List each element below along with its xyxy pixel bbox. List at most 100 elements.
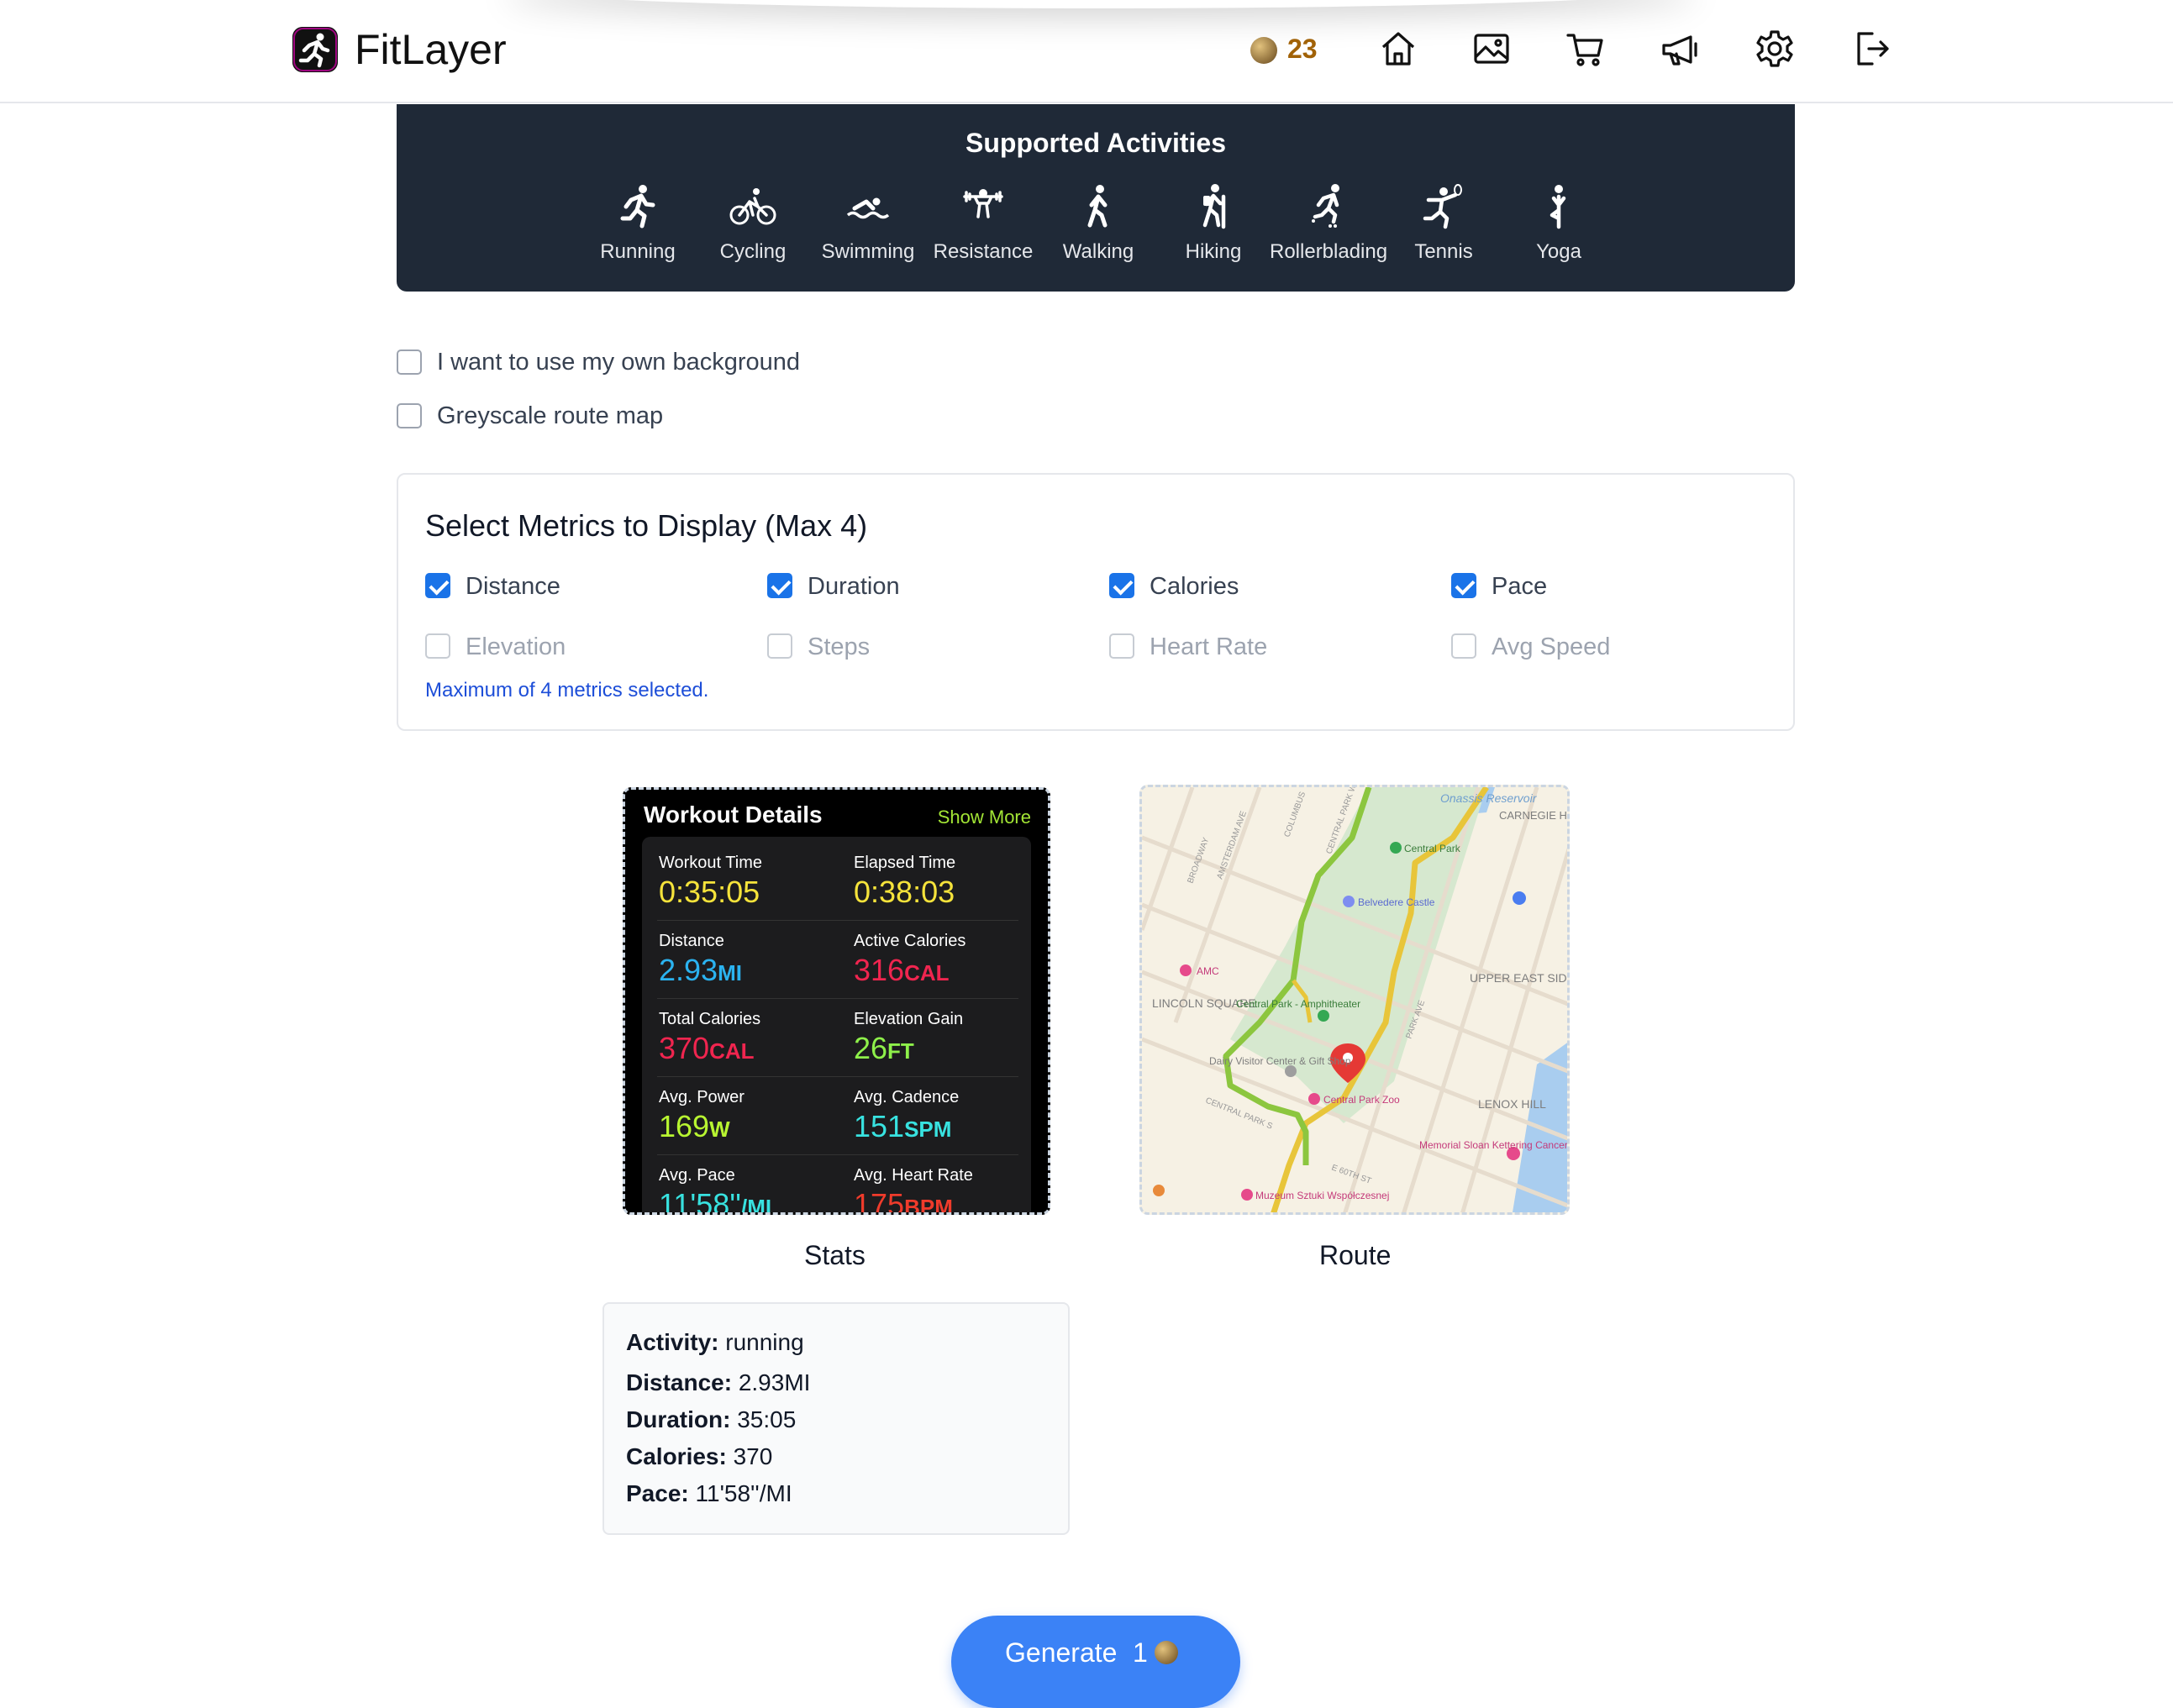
summary-pace: Pace: 11'58''/MI xyxy=(626,1480,792,1506)
stat-label: Avg. Pace xyxy=(659,1166,735,1185)
stat-label: Total Calories xyxy=(659,1010,761,1028)
metric-duration-label[interactable]: Duration xyxy=(808,573,900,601)
svg-text:LENOX HILL: LENOX HILL xyxy=(1478,1097,1546,1111)
svg-text:BROADWAY: BROADWAY xyxy=(1186,836,1211,885)
metric-elevation-label: Elevation xyxy=(466,633,566,660)
metrics-max-warning: Maximum of 4 metrics selected. xyxy=(425,679,709,702)
summary-duration: Duration: 35:05 xyxy=(626,1406,797,1432)
supported-activities-panel: Supported Activities Running Cycling Swi… xyxy=(397,104,1795,292)
cart-icon[interactable] xyxy=(1562,25,1609,72)
own-background-label[interactable]: I want to use my own background xyxy=(437,349,800,376)
metric-distance-label[interactable]: Distance xyxy=(466,573,560,601)
home-icon[interactable] xyxy=(1375,25,1422,72)
metric-pace-label[interactable]: Pace xyxy=(1492,573,1547,601)
stat-label: Elevation Gain xyxy=(854,1010,964,1028)
stat-distance: Distance 2.93MI xyxy=(659,932,844,988)
route-map-graphic: Onassis Reservoir CARNEGIE HILL Central … xyxy=(1142,787,1570,1212)
stat-label: Avg. Cadence xyxy=(854,1088,960,1106)
coin-count: 23 xyxy=(1287,34,1318,64)
stat-divider xyxy=(657,920,1018,921)
greyscale-map-checkbox[interactable] xyxy=(397,403,422,428)
stat-value: 175BPM xyxy=(854,1187,953,1215)
svg-text:UPPER EAST SIDE: UPPER EAST SIDE xyxy=(1470,971,1570,985)
stat-value: 0:35:05 xyxy=(659,875,760,909)
activity-label: Hiking xyxy=(1185,240,1242,263)
summary-distance: Distance: 2.93MI xyxy=(626,1369,811,1395)
own-background-checkbox[interactable] xyxy=(397,349,422,375)
stat-value: 370CAL xyxy=(659,1031,755,1065)
activity-cycling[interactable]: Cycling xyxy=(694,181,812,264)
metric-distance-checkbox[interactable] xyxy=(425,573,450,598)
activity-label: Walking xyxy=(1062,240,1134,263)
fitlayer-logo-icon[interactable] xyxy=(292,27,338,72)
stat-label: Workout Time xyxy=(659,854,762,872)
svg-text:Memorial Sloan Kettering Cance: Memorial Sloan Kettering Cancer Center xyxy=(1419,1139,1570,1151)
metric-heart-rate-checkbox[interactable] xyxy=(1109,633,1134,659)
activity-rollerblading[interactable]: Rollerblading xyxy=(1270,181,1387,264)
walking-icon xyxy=(1087,185,1108,228)
activity-label: Yoga xyxy=(1536,240,1581,263)
gallery-icon[interactable] xyxy=(1468,25,1515,72)
route-caption: Route xyxy=(1319,1240,1392,1270)
show-more-link[interactable]: Show More xyxy=(938,807,1031,828)
yoga-icon xyxy=(1550,185,1566,229)
greyscale-map-label[interactable]: Greyscale route map xyxy=(437,402,663,430)
activity-running[interactable]: Running xyxy=(579,181,697,264)
swimming-icon xyxy=(846,197,890,219)
workout-summary-box: Activity: running Distance: 2.93MI Durat… xyxy=(602,1302,1070,1535)
activity-label: Resistance xyxy=(933,240,1034,263)
metric-avg-speed-label: Avg Speed xyxy=(1492,633,1611,660)
svg-text:Onassis Reservoir: Onassis Reservoir xyxy=(1440,791,1538,805)
stat-value: 11'58''/MI xyxy=(659,1187,772,1215)
svg-text:Muzeum Sztuki Współczesnej: Muzeum Sztuki Współczesnej xyxy=(1255,1190,1389,1201)
app-title: FitLayer xyxy=(355,26,507,73)
metrics-title: Select Metrics to Display (Max 4) xyxy=(425,508,868,543)
svg-text:AMC: AMC xyxy=(1197,965,1219,977)
metric-steps-label: Steps xyxy=(808,633,871,660)
stats-preview-card[interactable]: Workout Details Show More Workout Time 0… xyxy=(623,787,1050,1215)
activity-walking[interactable]: Walking xyxy=(1039,181,1157,264)
top-header: FitLayer 23 xyxy=(0,0,2173,103)
stat-label: Avg. Heart Rate xyxy=(854,1166,973,1185)
stat-avg-heart-rate: Avg. Heart Rate 175BPM xyxy=(854,1166,1039,1215)
activity-resistance[interactable]: Resistance xyxy=(924,181,1042,264)
coin-icon xyxy=(1155,1641,1178,1664)
metric-calories-checkbox[interactable] xyxy=(1109,573,1134,598)
rollerblading-icon xyxy=(1312,184,1339,228)
stat-avg-pace: Avg. Pace 11'58''/MI xyxy=(659,1166,844,1215)
logout-icon[interactable] xyxy=(1847,25,1894,72)
metric-elevation-checkbox[interactable] xyxy=(425,633,450,659)
activity-tennis[interactable]: Tennis xyxy=(1385,181,1502,264)
metric-calories-label[interactable]: Calories xyxy=(1150,573,1239,601)
activities-title: Supported Activities xyxy=(965,128,1226,158)
summary-activity: Activity: running xyxy=(626,1329,804,1355)
tennis-icon xyxy=(1423,184,1462,229)
stat-label: Avg. Power xyxy=(659,1088,745,1106)
activity-label: Cycling xyxy=(719,240,787,263)
stat-value: 26FT xyxy=(854,1031,914,1065)
header-shadow xyxy=(504,0,1697,8)
route-map-preview[interactable]: Onassis Reservoir CARNEGIE HILL Central … xyxy=(1139,785,1570,1215)
svg-text:COLUMBUS: COLUMBUS xyxy=(1282,791,1307,838)
announcement-icon[interactable] xyxy=(1657,25,1704,72)
stat-elevation-gain: Elevation Gain 26FT xyxy=(854,1010,1039,1066)
svg-text:Dairy Visitor Center & Gift Sh: Dairy Visitor Center & Gift Shop xyxy=(1209,1055,1351,1067)
stat-label: Distance xyxy=(659,932,724,950)
coin-icon xyxy=(1250,37,1277,64)
generate-button[interactable]: Generate 1 xyxy=(951,1616,1240,1708)
svg-text:Belvedere Castle: Belvedere Castle xyxy=(1358,896,1435,908)
activity-label: Running xyxy=(600,240,676,263)
gear-icon[interactable] xyxy=(1751,25,1798,72)
workout-details-grid: Workout Time 0:35:05 Elapsed Time 0:38:0… xyxy=(642,837,1031,1215)
metric-duration-checkbox[interactable] xyxy=(767,573,792,598)
activity-label: Swimming xyxy=(821,240,915,263)
metric-avg-speed-checkbox[interactable] xyxy=(1451,633,1476,659)
svg-text:E 60TH ST: E 60TH ST xyxy=(1330,1163,1372,1185)
stat-value: 169W xyxy=(659,1109,730,1143)
activity-hiking[interactable]: Hiking xyxy=(1155,181,1272,264)
activity-swimming[interactable]: Swimming xyxy=(809,181,927,264)
activity-yoga[interactable]: Yoga xyxy=(1500,181,1618,264)
metric-pace-checkbox[interactable] xyxy=(1451,573,1476,598)
metric-steps-checkbox[interactable] xyxy=(767,633,792,659)
svg-text:Central Park: Central Park xyxy=(1404,843,1461,854)
